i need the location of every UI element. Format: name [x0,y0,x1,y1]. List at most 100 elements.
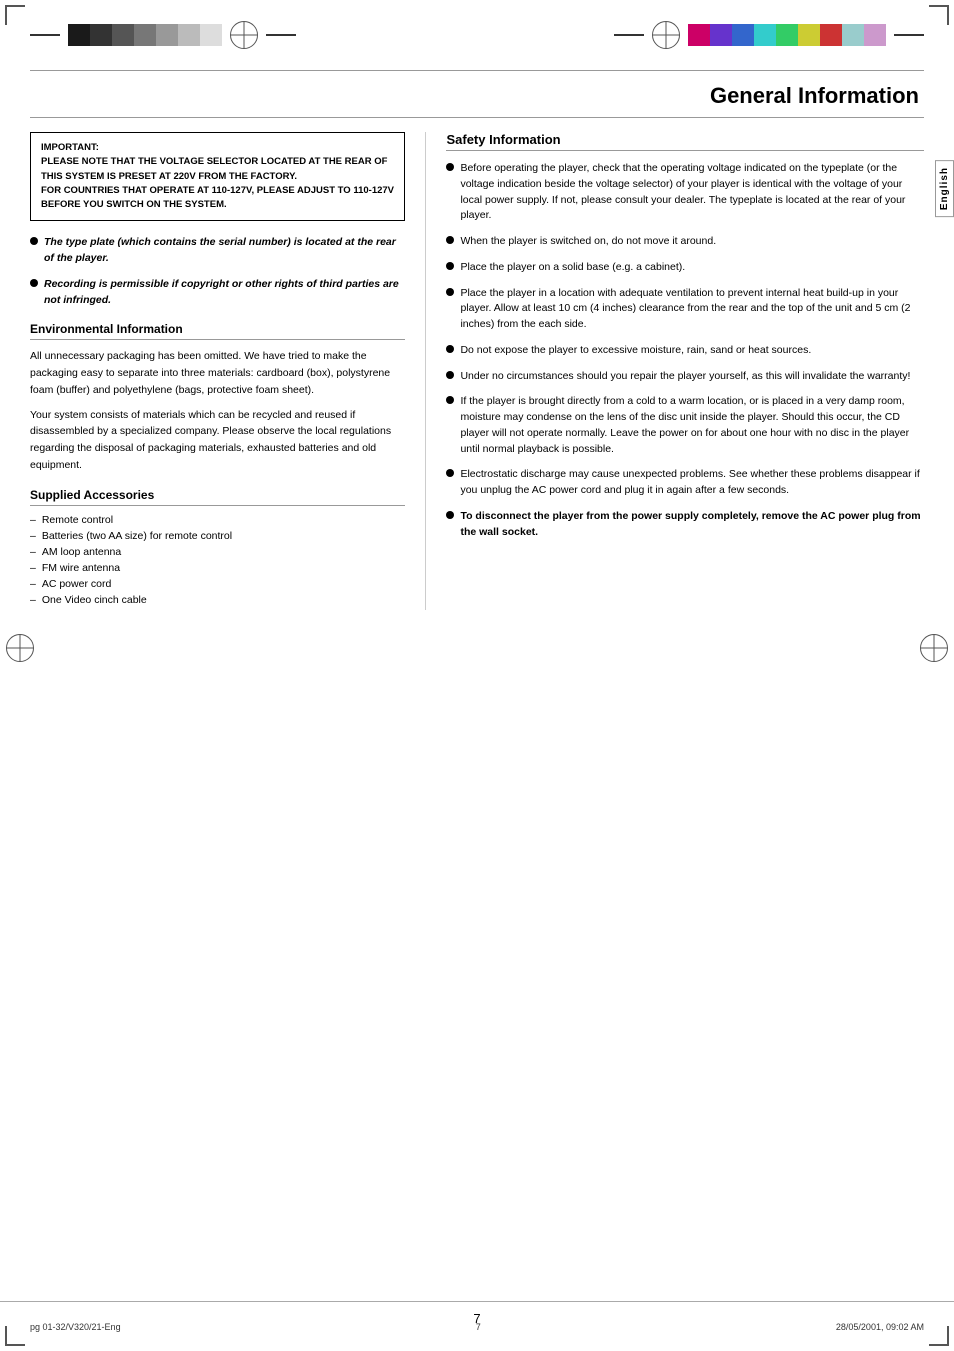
color-block-purple [710,24,732,46]
left-strip-section [30,20,296,50]
dash-3: – [30,546,36,558]
top-bar [0,0,954,70]
safety-text-2: When the player is switched on, do not m… [460,234,716,250]
color-block-gray1 [112,24,134,46]
dash-2: – [30,530,36,542]
safety-dot-8 [446,469,454,477]
color-block-cyan [754,24,776,46]
environmental-header: Environmental Information [30,322,405,340]
color-block-ltblue [842,24,864,46]
important-text-2: FOR COUNTRIES THAT OPERATE AT 110-127V, … [41,184,394,213]
top-right-crosshair [652,21,680,49]
color-block-black [68,24,90,46]
safety-text-9: To disconnect the player from the power … [460,509,924,541]
safety-text-1: Before operating the player, check that … [460,161,924,224]
safety-bullet-6: Under no circumstances should you repair… [446,369,924,385]
accessory-item-2: – Batteries (two AA size) for remote con… [30,530,405,542]
right-column: Safety Information Before operating the … [425,132,924,610]
right-strip-section [614,20,924,50]
safety-dot-9 [446,511,454,519]
accessory-text-6: One Video cinch cable [42,594,147,606]
right-line-left [266,34,296,36]
accessory-text-3: AM loop antenna [42,546,121,558]
accessory-item-3: – AM loop antenna [30,546,405,558]
safety-bullet-9: To disconnect the player from the power … [446,509,924,541]
title-divider [30,117,924,118]
dash-6: – [30,594,36,606]
color-block-gray3 [156,24,178,46]
color-block-yellow [798,24,820,46]
left-bullet-1: The type plate (which contains the seria… [30,235,405,267]
footer: pg 01-32/V320/21-Eng 7 28/05/2001, 09:02… [0,1301,954,1351]
footer-left-text: pg 01-32/V320/21-Eng [30,1322,121,1332]
color-block-green [776,24,798,46]
footer-right-text: 28/05/2001, 09:02 AM [836,1322,924,1332]
right-color-strip [688,20,886,50]
left-line [30,34,60,36]
left-color-strip [68,20,222,50]
environmental-text-2: Your system consists of materials which … [30,407,405,474]
safety-dot-4 [446,288,454,296]
accessory-item-4: – FM wire antenna [30,562,405,574]
left-column: IMPORTANT: PLEASE NOTE THAT THE VOLTAGE … [30,132,405,610]
dash-4: – [30,562,36,574]
top-left-crosshair [230,21,258,49]
safety-bullet-1: Before operating the player, check that … [446,161,924,224]
accessory-item-5: – AC power cord [30,578,405,590]
color-block-pink [864,24,886,46]
color-block-gray2 [134,24,156,46]
page-title: General Information [710,83,919,108]
right-line-end [894,34,924,36]
safety-text-7: If the player is brought directly from a… [460,394,924,457]
language-tab: English [935,160,954,217]
safety-header: Safety Information [446,132,924,151]
accessory-text-2: Batteries (two AA size) for remote contr… [42,530,232,542]
dash-1: – [30,514,36,526]
footer-center-text: 7 [476,1322,481,1332]
main-content: IMPORTANT: PLEASE NOTE THAT THE VOLTAGE … [0,132,954,610]
safety-text-3: Place the player on a solid base (e.g. a… [460,260,685,276]
dash-5: – [30,578,36,590]
color-block-blue [732,24,754,46]
important-text-1: PLEASE NOTE THAT THE VOLTAGE SELECTOR LO… [41,155,394,184]
accessory-item-6: – One Video cinch cable [30,594,405,606]
accessories-header: Supplied Accessories [30,488,405,506]
safety-text-4: Place the player in a location with adeq… [460,286,924,333]
safety-text-6: Under no circumstances should you repair… [460,369,910,385]
right-crosshair-icon [920,634,948,662]
accessory-item-1: – Remote control [30,514,405,526]
important-label: IMPORTANT: [41,142,99,153]
accessory-text-5: AC power cord [42,578,111,590]
safety-bullet-4: Place the player in a location with adeq… [446,286,924,333]
color-block-magenta [688,24,710,46]
safety-dot-6 [446,371,454,379]
safety-dot-7 [446,396,454,404]
accessory-text-1: Remote control [42,514,113,526]
safety-text-8: Electrostatic discharge may cause unexpe… [460,467,924,499]
color-block-gray4 [178,24,200,46]
color-block-gray5 [200,24,222,46]
safety-bullet-2: When the player is switched on, do not m… [446,234,924,250]
safety-dot-2 [446,236,454,244]
important-box: IMPORTANT: PLEASE NOTE THAT THE VOLTAGE … [30,132,405,221]
safety-bullet-3: Place the player on a solid base (e.g. a… [446,260,924,276]
safety-bullet-8: Electrostatic discharge may cause unexpe… [446,467,924,499]
right-strip-left-line [614,34,644,36]
safety-bullet-5: Do not expose the player to excessive mo… [446,343,924,359]
bullet-dot-2 [30,279,38,287]
safety-bullet-7: If the player is brought directly from a… [446,394,924,457]
left-crosshair-icon [6,634,34,662]
bullet-dot-1 [30,237,38,245]
safety-dot-3 [446,262,454,270]
color-block-red [820,24,842,46]
environmental-text-1: All unnecessary packaging has been omitt… [30,348,405,398]
accessory-text-4: FM wire antenna [42,562,120,574]
page-title-area: General Information [0,71,954,117]
left-bullet-text-1: The type plate (which contains the seria… [44,235,405,267]
left-bullet-2: Recording is permissible if copyright or… [30,277,405,309]
safety-dot-1 [446,163,454,171]
safety-dot-5 [446,345,454,353]
color-block-dark [90,24,112,46]
left-bullet-text-2: Recording is permissible if copyright or… [44,277,405,309]
safety-text-5: Do not expose the player to excessive mo… [460,343,811,359]
